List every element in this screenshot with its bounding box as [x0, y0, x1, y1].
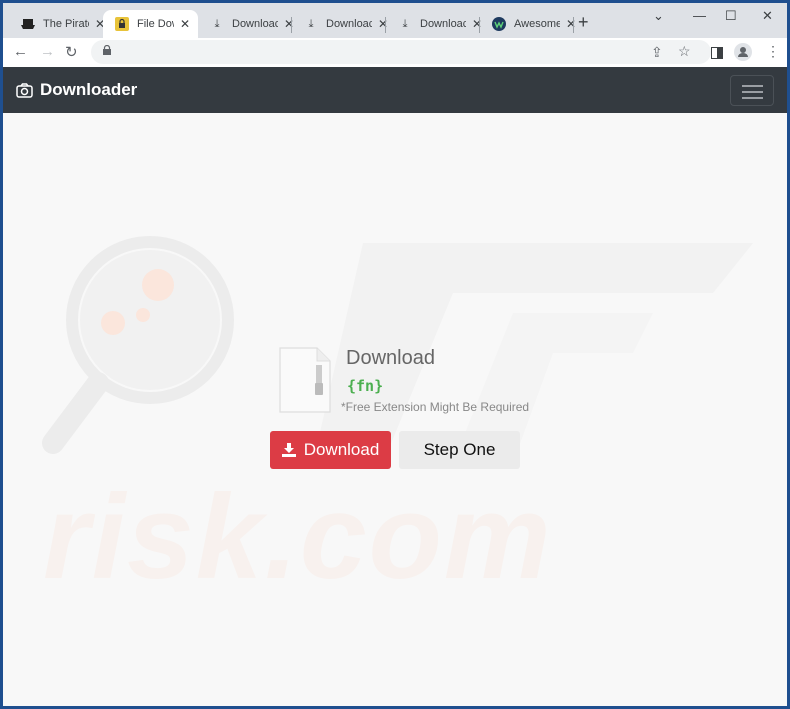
side-panel-icon[interactable]: [711, 46, 723, 62]
profile-avatar-icon[interactable]: [734, 43, 752, 64]
download-button-label: Download: [303, 440, 380, 459]
back-button[interactable]: ←: [13, 43, 28, 60]
camera-icon: [16, 82, 33, 98]
filename-placeholder: {fn}: [347, 377, 384, 395]
tab-download-2[interactable]: ⤓ Downloac ✕: [292, 10, 396, 38]
address-bar[interactable]: ⇪ ☆: [91, 40, 711, 64]
download-icon: ⤓: [214, 17, 220, 30]
share-icon[interactable]: ⇪: [651, 44, 663, 61]
tab-awesome[interactable]: Awesome ✕: [480, 10, 584, 38]
tab-download-3[interactable]: ⤓ Downloac ✕: [386, 10, 490, 38]
browser-window: The Pirate ✕ File Down ✕ ⤓ Downloac ✕ ⤓ …: [3, 3, 787, 706]
tab-file-download[interactable]: File Down ✕: [103, 10, 198, 38]
hamburger-line: [742, 97, 763, 99]
tab-download-1[interactable]: ⤓ Downloac ✕: [198, 10, 302, 38]
close-tab-icon[interactable]: ✕: [180, 17, 190, 31]
watermark-text: risk.com: [43, 470, 553, 604]
pirate-ship-icon: [21, 17, 35, 31]
padlock-favicon-icon: [115, 17, 129, 31]
tab-the-pirate[interactable]: The Pirate ✕: [9, 10, 113, 38]
download-button[interactable]: Download: [270, 431, 391, 469]
zip-file-icon: [279, 347, 331, 413]
hamburger-menu-button[interactable]: [730, 75, 774, 106]
close-tab-icon[interactable]: ✕: [566, 17, 576, 31]
w-logo-icon: [492, 17, 506, 31]
hamburger-line: [742, 91, 763, 93]
download-icon: [281, 443, 296, 457]
minimize-button[interactable]: —: [693, 8, 706, 23]
step-one-button[interactable]: Step One: [399, 431, 520, 469]
brand-name: Downloader: [40, 80, 138, 99]
hamburger-line: [742, 85, 763, 87]
menu-kebab-icon[interactable]: ⋮: [766, 43, 780, 60]
maximize-button[interactable]: ☐: [725, 8, 737, 24]
reload-button[interactable]: ↻: [65, 43, 78, 61]
download-icon: ⤓: [308, 17, 314, 30]
download-title: Download: [346, 347, 435, 369]
tab-separator: [573, 17, 574, 33]
browser-toolbar: ← → ↻ ⇪ ☆ ⋮: [3, 38, 787, 67]
bookmark-star-icon[interactable]: ☆: [678, 43, 691, 60]
tab-strip: The Pirate ✕ File Down ✕ ⤓ Downloac ✕ ⤓ …: [3, 3, 787, 38]
brand[interactable]: Downloader: [16, 80, 137, 100]
extension-note: *Free Extension Might Be Required: [341, 400, 530, 414]
site-navbar: Downloader: [3, 67, 787, 113]
page-content: risk.com Download {fn} *Free Extension M…: [3, 113, 787, 706]
download-icon: ⤓: [402, 17, 408, 30]
new-tab-button[interactable]: +: [578, 12, 589, 33]
step-one-label: Step One: [423, 440, 496, 459]
close-window-button[interactable]: ✕: [762, 8, 773, 24]
tab-search-chevron-icon[interactable]: ⌄: [653, 8, 664, 24]
lock-icon: [103, 45, 111, 55]
forward-button[interactable]: →: [40, 43, 55, 60]
